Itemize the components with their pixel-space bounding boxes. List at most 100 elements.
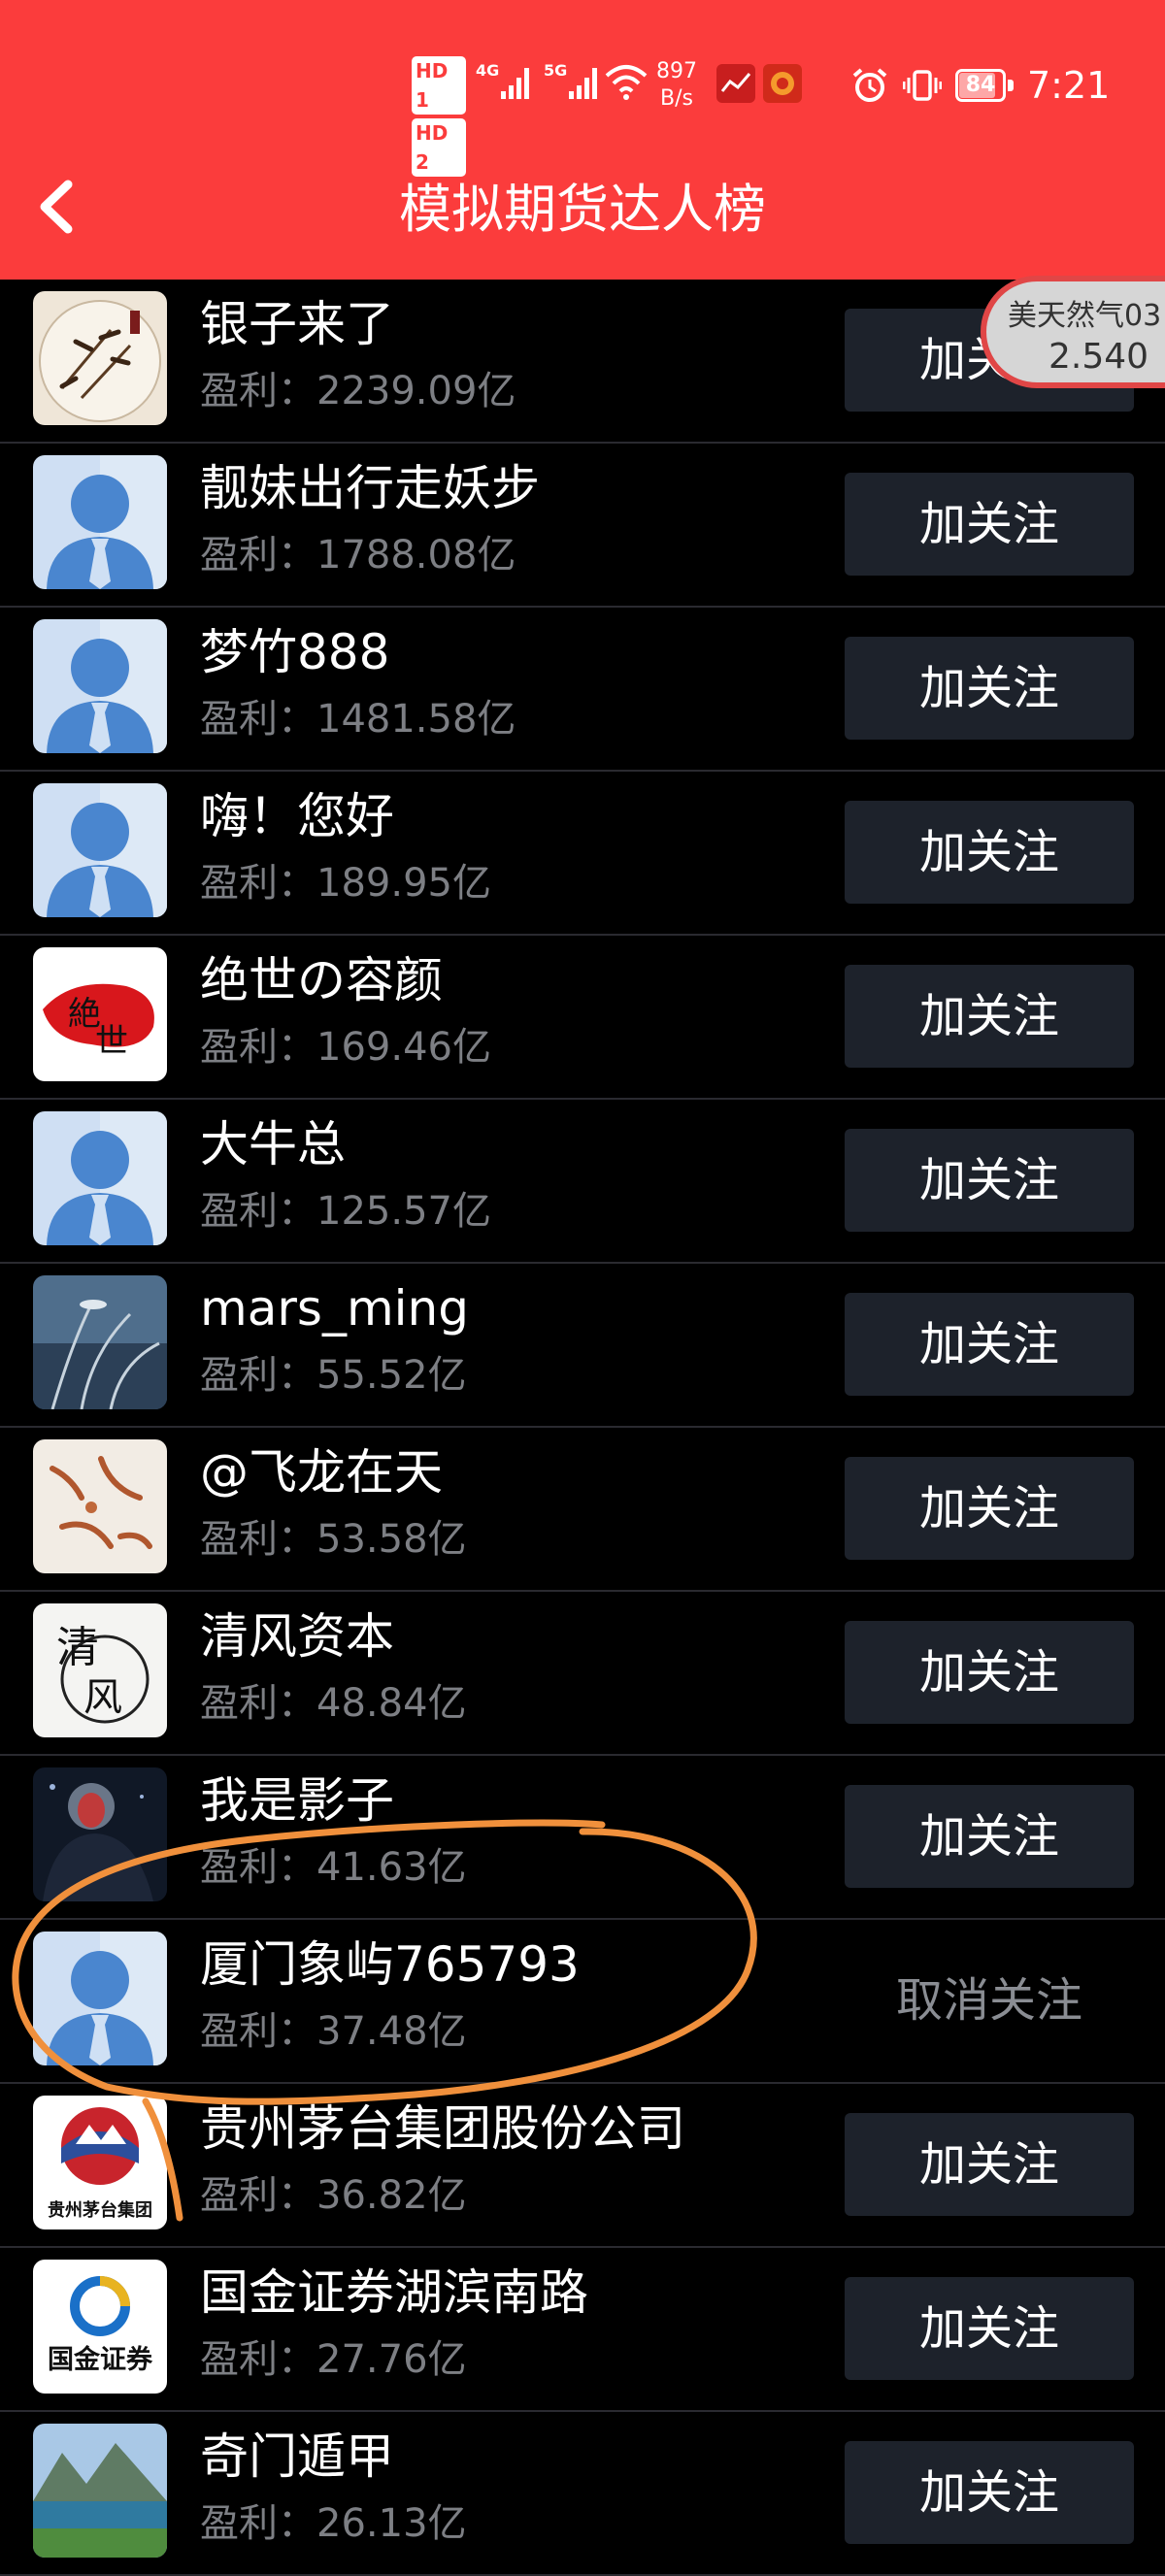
profit-label: 盈利： — [200, 1845, 316, 1890]
list-item[interactable]: 厦门象屿765793 盈利：37.48亿 取消关注 — [0, 1920, 1165, 2084]
mountain-lake-photo-icon — [33, 2424, 167, 2558]
profit-text: 盈利：26.13亿 — [200, 2497, 467, 2550]
profit-label: 盈利： — [200, 2501, 316, 2546]
default-person-icon — [33, 783, 167, 917]
profit-value: 36.82亿 — [316, 2173, 467, 2218]
svg-text:4G: 4G — [476, 61, 499, 80]
svg-text:国金证券: 国金证券 — [48, 2344, 153, 2375]
avatar[interactable] — [33, 1275, 167, 1409]
avatar[interactable]: 贵州茅台集团 — [33, 2096, 167, 2229]
ticker-price: 2.540 — [1048, 337, 1149, 377]
hd1-badge: HD 1 — [412, 56, 466, 115]
avatar[interactable] — [33, 1439, 167, 1573]
avatar[interactable] — [33, 1111, 167, 1245]
follow-button[interactable]: 加关注 — [845, 2113, 1134, 2216]
ink-bamboo-painting-icon — [33, 291, 167, 425]
avatar[interactable] — [33, 2424, 167, 2558]
user-name: 银子来了 — [200, 296, 394, 352]
profit-value: 125.57亿 — [316, 1189, 491, 1234]
default-person-icon — [33, 1111, 167, 1245]
follow-button[interactable]: 加关注 — [845, 1785, 1134, 1888]
list-item[interactable]: 清风 清风资本 盈利：48.84亿 加关注 — [0, 1592, 1165, 1756]
list-item[interactable]: @飞龙在天 盈利：53.58亿 加关注 — [0, 1428, 1165, 1592]
profit-value: 1481.58亿 — [316, 697, 516, 742]
profit-text: 盈利：1481.58亿 — [200, 693, 516, 745]
list-item[interactable]: 国金证券 国金证券湖滨南路 盈利：27.76亿 加关注 — [0, 2248, 1165, 2412]
follow-button[interactable]: 加关注 — [845, 473, 1134, 576]
avatar[interactable] — [33, 1932, 167, 2065]
battery-icon: 84 — [955, 69, 1014, 102]
list-item[interactable]: 大牛总 盈利：125.57亿 加关注 — [0, 1100, 1165, 1264]
avatar[interactable] — [33, 783, 167, 917]
user-name: 厦门象屿765793 — [200, 1936, 580, 1993]
follow-button[interactable]: 加关注 — [845, 1457, 1134, 1560]
follow-button[interactable]: 加关注 — [845, 637, 1134, 740]
svg-text:世: 世 — [95, 1022, 128, 1061]
svg-text:5G: 5G — [544, 61, 567, 80]
calligraphy-qingfeng-icon: 清风 — [33, 1603, 167, 1737]
user-name: 清风资本 — [200, 1608, 394, 1665]
follow-button[interactable]: 加关注 — [845, 2277, 1134, 2380]
follow-button[interactable]: 加关注 — [845, 1129, 1134, 1232]
profit-value: 37.48亿 — [316, 2009, 467, 2054]
profit-text: 盈利：53.58亿 — [200, 1513, 467, 1566]
list-item[interactable]: 奇门遁甲 盈利：26.13亿 加关注 — [0, 2412, 1165, 2576]
red-brush-calligraphy-icon: 絶世 — [33, 947, 167, 1081]
follow-button[interactable]: 加关注 — [845, 801, 1134, 904]
profit-text: 盈利：27.76亿 — [200, 2333, 467, 2386]
profit-value: 27.76亿 — [316, 2337, 467, 2382]
avatar[interactable] — [33, 619, 167, 753]
user-name: 我是影子 — [200, 1772, 394, 1829]
wifi-icon — [605, 65, 648, 100]
profit-label: 盈利： — [200, 1353, 316, 1398]
profit-label: 盈利： — [200, 697, 316, 742]
avatar[interactable] — [33, 291, 167, 425]
profit-value: 41.63亿 — [316, 1845, 467, 1890]
profit-text: 盈利：169.46亿 — [200, 1021, 491, 1073]
list-item[interactable]: 梦竹888 盈利：1481.58亿 加关注 — [0, 608, 1165, 772]
guojin-securities-logo-icon: 国金证券 — [33, 2260, 167, 2394]
unfollow-button[interactable]: 取消关注 — [845, 1949, 1134, 2052]
hd2-badge: HD 2 — [412, 118, 466, 177]
profit-label: 盈利： — [200, 861, 316, 906]
page-title: 模拟期货达人榜 — [399, 179, 766, 240]
profit-label: 盈利： — [200, 2337, 316, 2382]
list-item[interactable]: 贵州茅台集团 贵州茅台集团股份公司 盈利：36.82亿 加关注 — [0, 2084, 1165, 2248]
profit-text: 盈利：36.82亿 — [200, 2169, 467, 2222]
battery-level: 84 — [965, 73, 996, 97]
default-person-icon — [33, 619, 167, 753]
list-item[interactable]: mars_ming 盈利：55.52亿 加关注 — [0, 1264, 1165, 1428]
vibrate-icon — [903, 70, 942, 101]
follow-button[interactable]: 加关注 — [845, 1621, 1134, 1724]
user-name: mars_ming — [200, 1280, 469, 1337]
floating-price-widget[interactable]: 美天然气03 2.540 — [981, 276, 1165, 388]
clock: 7:21 — [1027, 64, 1111, 107]
profit-text: 盈利：1788.08亿 — [200, 529, 516, 581]
avatar[interactable] — [33, 1767, 167, 1901]
user-name: 梦竹888 — [200, 624, 390, 680]
avatar[interactable]: 絶世 — [33, 947, 167, 1081]
list-item[interactable]: 絶世 绝世の容颜 盈利：169.46亿 加关注 — [0, 936, 1165, 1100]
app-notification-icon — [763, 64, 802, 103]
hd-indicators: HD 1 HD 2 — [412, 56, 466, 181]
status-right: 84 7:21 — [850, 56, 1110, 115]
marble-stone-icon — [33, 1439, 167, 1573]
list-item[interactable]: 靓妹出行走妖步 盈利：1788.08亿 加关注 — [0, 444, 1165, 608]
follow-button[interactable]: 加关注 — [845, 1293, 1134, 1396]
follow-button[interactable]: 加关注 — [845, 2441, 1134, 2544]
avatar[interactable] — [33, 455, 167, 589]
app-header: HD 1 HD 2 4G 5G 897 B/s 84 7:21 模拟期货达人榜 — [0, 0, 1165, 280]
profit-label: 盈利： — [200, 369, 316, 413]
profit-value: 2239.09亿 — [316, 369, 516, 413]
svg-text:贵州茅台集团: 贵州茅台集团 — [48, 2199, 152, 2221]
profit-value: 53.58亿 — [316, 1517, 467, 1562]
profit-text: 盈利：41.63亿 — [200, 1841, 467, 1894]
list-item[interactable]: 嗨！您好 盈利：189.95亿 加关注 — [0, 772, 1165, 936]
profit-text: 盈利：2239.09亿 — [200, 365, 516, 417]
follow-button[interactable]: 加关注 — [845, 965, 1134, 1068]
avatar[interactable]: 国金证券 — [33, 2260, 167, 2394]
user-name: 奇门遁甲 — [200, 2428, 394, 2485]
list-item[interactable]: 我是影子 盈利：41.63亿 加关注 — [0, 1756, 1165, 1920]
avatar[interactable]: 清风 — [33, 1603, 167, 1737]
profit-label: 盈利： — [200, 2173, 316, 2218]
